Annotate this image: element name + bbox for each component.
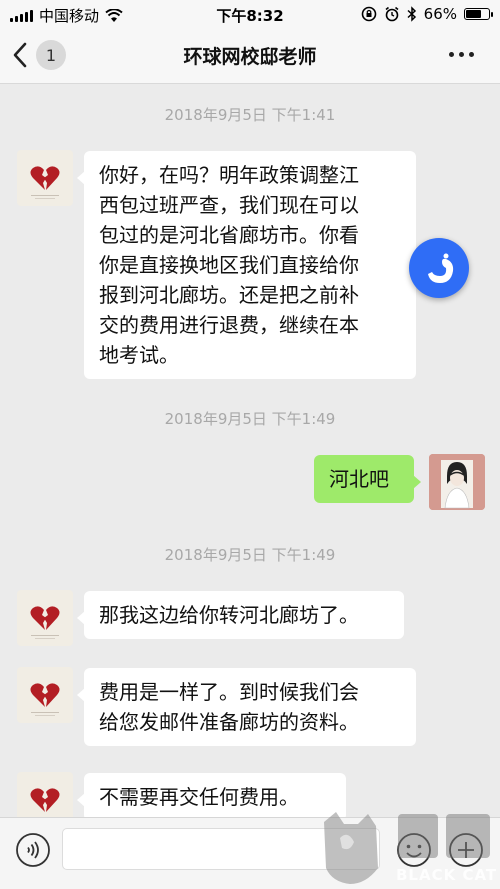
voice-icon	[16, 833, 50, 867]
alarm-icon	[385, 6, 399, 22]
contact-avatar[interactable]	[17, 667, 73, 723]
more-dot	[459, 52, 464, 57]
rotation-lock-icon	[361, 6, 376, 22]
message-line: 费用是一样了。到时候我们会	[99, 680, 359, 704]
swan-icon	[428, 253, 454, 283]
broken-heart-avatar-icon	[30, 166, 60, 199]
more-dot	[449, 52, 454, 57]
message-bubble-incoming[interactable]: 那我这边给你转河北廊坊了。	[77, 591, 404, 639]
message-line: 报到河北廊坊。还是把之前补	[99, 283, 359, 307]
message-bubble-outgoing[interactable]: 河北吧	[314, 455, 421, 503]
message-line: 你是直接换地区我们直接给你	[99, 253, 359, 277]
message-line: 不需要再交任何费用。	[99, 785, 299, 809]
message-line: 地考试。	[99, 343, 179, 367]
broken-heart-avatar-icon	[30, 683, 60, 716]
message-timestamp: 2018年9月5日 下午1:49	[164, 410, 336, 428]
message-bubble-incoming[interactable]: 费用是一样了。到时候我们会 给您发邮件准备廊坊的资料。	[77, 668, 416, 746]
message-line: 你好，在吗？明年政策调整江	[99, 163, 359, 187]
battery-icon	[464, 8, 493, 20]
portrait-avatar-icon	[429, 454, 485, 510]
status-bar: 中国移动 下午8:32 66%	[0, 0, 500, 28]
plus-icon	[449, 833, 483, 867]
message-timestamp: 2018年9月5日 下午1:49	[164, 546, 336, 564]
message-timestamp: 2018年9月5日 下午1:41	[164, 106, 336, 124]
voice-input-button[interactable]	[15, 832, 51, 868]
battery-fill	[466, 10, 481, 18]
emoji-button[interactable]	[396, 832, 432, 868]
bluetooth-icon	[407, 6, 416, 22]
status-right: 66%	[361, 5, 493, 23]
message-line: 包过的是河北省廊坊市。你看	[99, 223, 359, 247]
more-functions-button[interactable]	[448, 832, 484, 868]
message-line: 交的费用进行退费，继续在本	[99, 313, 359, 337]
battery-percent: 66%	[423, 5, 457, 23]
chat-title: 环球网校邸老师	[183, 46, 317, 68]
message-line: 那我这边给你转河北廊坊了。	[99, 603, 359, 627]
message-line: 给您发邮件准备廊坊的资料。	[99, 710, 359, 734]
self-avatar[interactable]	[429, 454, 485, 510]
more-dot	[469, 52, 474, 57]
emoji-icon	[397, 833, 431, 867]
message-text-input[interactable]	[62, 828, 380, 870]
contact-avatar[interactable]	[17, 150, 73, 206]
chat-header: 1 环球网校邸老师	[0, 28, 500, 84]
message-line: 河北吧	[329, 467, 389, 491]
floating-assistant-button[interactable]	[409, 238, 469, 298]
message-input-bar	[0, 817, 500, 889]
message-line: 西包过班严查，我们现在可以	[99, 193, 359, 217]
more-options-button[interactable]	[449, 52, 474, 57]
message-bubble-incoming[interactable]: 你好，在吗？明年政策调整江 西包过班严查，我们现在可以 包过的是河北省廊坊市。你…	[77, 151, 416, 379]
message-bubble-incoming[interactable]: 不需要再交任何费用。	[77, 773, 346, 821]
contact-avatar[interactable]	[17, 590, 73, 646]
broken-heart-avatar-icon	[30, 606, 60, 639]
